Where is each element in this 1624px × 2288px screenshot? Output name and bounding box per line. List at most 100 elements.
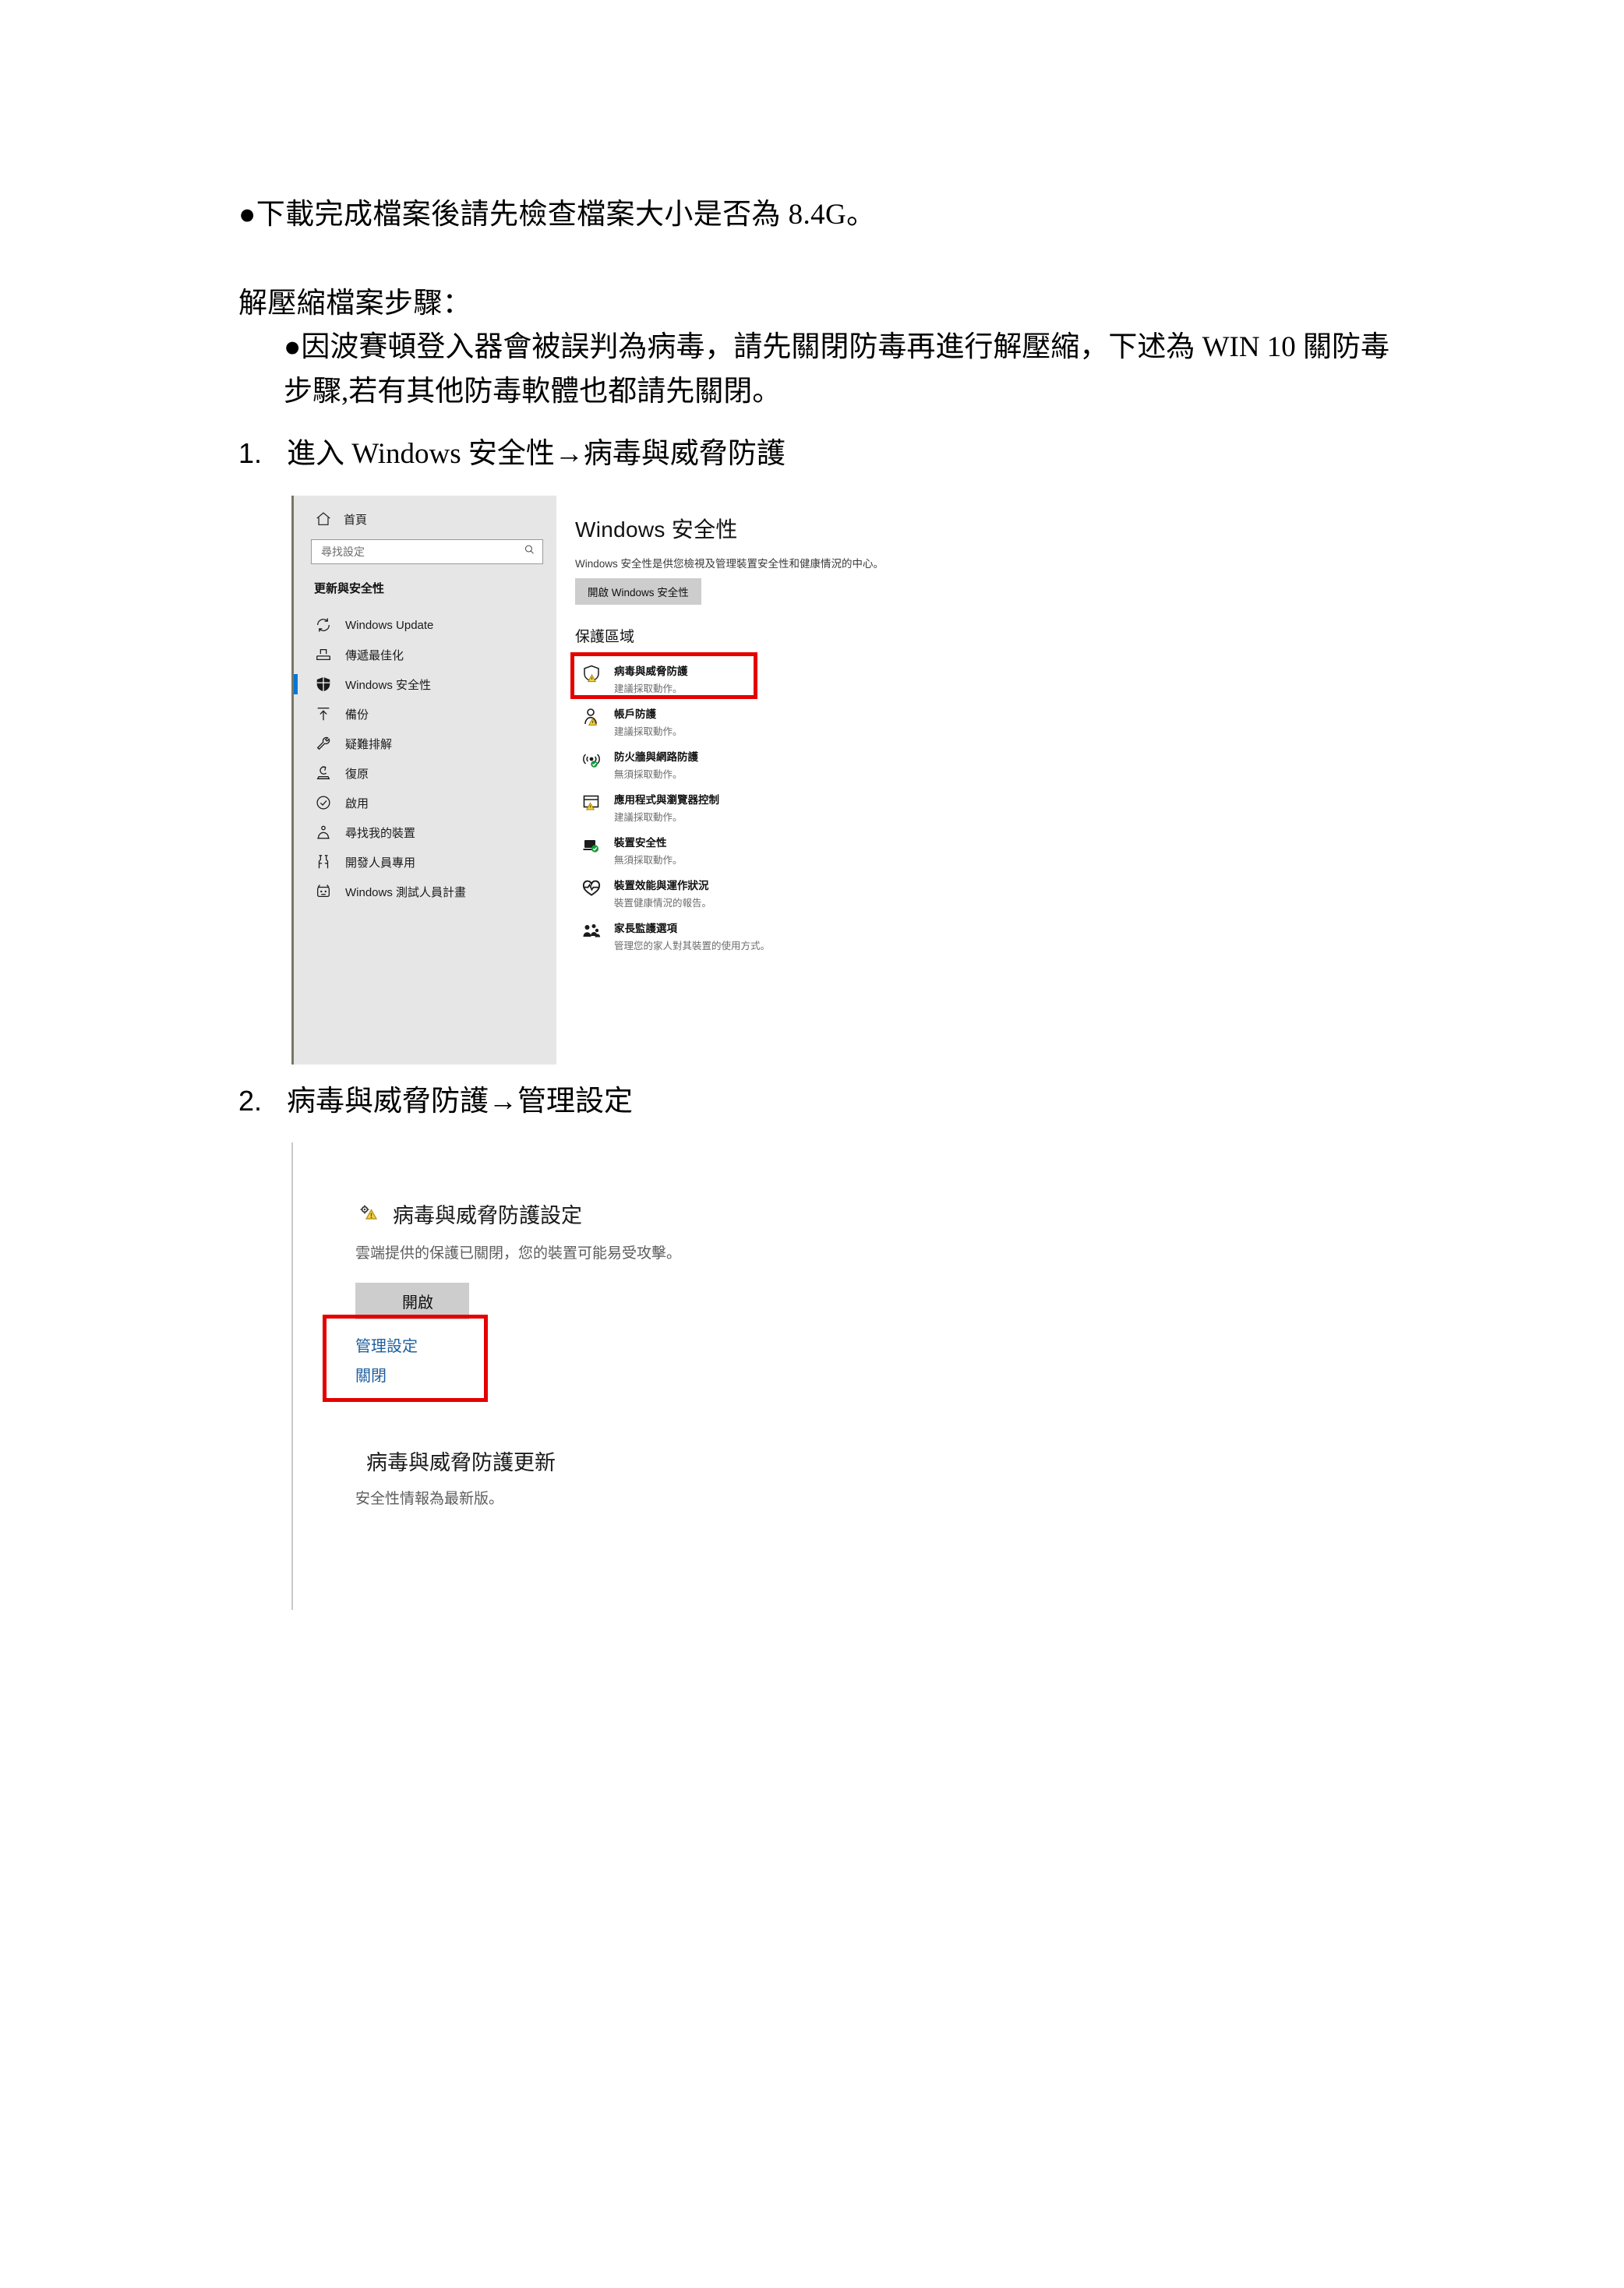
home-icon <box>314 510 333 528</box>
sidebar-label: 開發人員專用 <box>345 856 416 870</box>
sidebar-item-recovery[interactable]: 復原 <box>294 758 559 788</box>
protection-area-name: 家長監護選項 <box>614 923 677 934</box>
protection-area-account[interactable]: 帳戶防護 建議採取動作。 <box>575 700 904 743</box>
protection-area-status: 建議採取動作。 <box>614 726 683 737</box>
settings-gear-warning-icon <box>355 1201 382 1227</box>
find-my-device-icon <box>314 823 333 842</box>
sidebar-label: 復原 <box>345 767 369 781</box>
protection-area-virus-threat[interactable]: 病毒與威脅防護 建議採取動作。 <box>570 652 904 700</box>
virus-settings-description: 雲端提供的保護已關閉，您的裝置可能易受攻擊。 <box>355 1245 682 1262</box>
backup-upload-icon <box>314 704 333 723</box>
protection-area-name: 應用程式與瀏覽器控制 <box>614 794 719 806</box>
device-security-icon <box>580 833 603 858</box>
search-input[interactable] <box>321 546 523 558</box>
settings-sidebar: 首頁 更新與安全性 <box>291 496 559 1065</box>
protection-area-device-performance-health[interactable]: 裝置效能與運作狀況 裝置健康情況的報告。 <box>575 871 904 914</box>
protection-area-text: 裝置效能與運作狀況 裝置健康情況的報告。 <box>614 876 711 909</box>
sidebar-item-windows-security[interactable]: Windows 安全性 <box>294 669 559 699</box>
sidebar-nav-list: Windows Update 傳遞最佳化 Windows 安全性 備份 疑難排解… <box>294 610 559 906</box>
protection-area-status: 建議採取動作。 <box>614 683 683 694</box>
protection-area-family-options[interactable]: 家長監護選項 管理您的家人對其裝置的使用方式。 <box>575 914 904 957</box>
sidebar-label: Windows Update <box>345 618 434 632</box>
paragraph-file-size-check: ●下載完成檔案後請先檢查檔案大小是否為 8.4G。 <box>238 199 876 231</box>
protection-area-text: 帳戶防護 建議採取動作。 <box>614 704 683 738</box>
protection-area-text: 病毒與威脅防護 建議採取動作。 <box>614 662 688 695</box>
sidebar-label: Windows 安全性 <box>345 678 432 692</box>
protection-area-app-browser-control[interactable]: 應用程式與瀏覽器控制 建議採取動作。 <box>575 786 904 828</box>
page-description: Windows 安全性是供您檢視及管理裝置安全性和健康情況的中心。 <box>575 558 884 570</box>
sidebar-home-label: 首頁 <box>344 513 368 527</box>
sidebar-label: 備份 <box>345 708 369 722</box>
protection-areas-list: 病毒與威脅防護 建議採取動作。 帳戶防護 建議採取動作。 防火牆與網路防護 無須… <box>570 652 904 957</box>
dismiss-link[interactable]: 關閉 <box>355 1361 837 1391</box>
step-2-number: 2. <box>238 1085 263 1117</box>
protection-area-status: 裝置健康情況的報告。 <box>614 898 712 909</box>
protection-area-name: 裝置效能與運作狀況 <box>614 880 709 892</box>
document-page: ●下載完成檔案後請先檢查檔案大小是否為 8.4G。 解壓縮檔案步驟： ●因波賽頓… <box>0 0 1624 2288</box>
shield-icon <box>314 675 333 694</box>
protection-areas-heading: 保護區域 <box>575 629 635 645</box>
wrench-icon <box>314 734 333 753</box>
virus-update-heading: 病毒與威脅防護更新 <box>366 1451 556 1474</box>
protection-area-firewall-network[interactable]: 防火牆與網路防護 無須採取動作。 <box>575 743 904 786</box>
protection-area-name: 帳戶防護 <box>614 708 656 720</box>
check-circle-icon <box>314 793 333 812</box>
developer-tools-icon <box>314 853 333 871</box>
step-2-container: 2. 病毒與威脅防護→管理設定 <box>238 1080 1392 1124</box>
protection-area-name: 裝置安全性 <box>614 837 667 849</box>
protection-area-status: 建議採取動作。 <box>614 812 683 823</box>
virus-settings-heading: 病毒與威脅防護設定 <box>393 1204 582 1227</box>
shield-warning-icon <box>580 662 603 687</box>
sidebar-item-troubleshoot[interactable]: 疑難排解 <box>294 729 559 758</box>
virus-settings-links: 管理設定 關閉 <box>323 1315 837 1402</box>
app-browser-icon <box>580 790 603 815</box>
sidebar-section-header: 更新與安全性 <box>314 582 385 595</box>
page-title: Windows 安全性 <box>575 517 738 542</box>
sidebar-item-windows-insider-program[interactable]: Windows 測試人員計畫 <box>294 877 559 906</box>
protection-area-name: 防火牆與網路防護 <box>614 751 698 763</box>
sidebar-item-windows-update[interactable]: Windows Update <box>294 610 559 640</box>
protection-area-text: 裝置安全性 無須採取動作。 <box>614 833 683 867</box>
insider-icon <box>314 882 333 901</box>
protection-area-name: 病毒與威脅防護 <box>614 666 688 677</box>
firewall-network-icon <box>580 747 603 772</box>
heart-pulse-icon <box>580 876 603 901</box>
family-people-icon <box>580 919 603 944</box>
turn-on-button[interactable]: 開啟 <box>355 1283 469 1319</box>
paragraph-antivirus-note: ●因波賽頓登入器會被誤判為病毒，請先關閉防毒再進行解壓縮，下述為 WIN 10 … <box>284 331 1390 408</box>
settings-search-box[interactable] <box>311 539 543 564</box>
sidebar-item-home[interactable]: 首頁 <box>294 496 559 533</box>
screenshot-virus-threat-settings: 病毒與威脅防護設定 雲端提供的保護已關閉，您的裝置可能易受攻擊。 開啟 管理設定… <box>291 1142 837 1610</box>
protection-area-status: 無須採取動作。 <box>614 769 683 780</box>
recovery-icon <box>314 764 333 782</box>
step-1-text: 進入 Windows 安全性→病毒與威脅防護 <box>287 437 786 470</box>
sidebar-label: 啟用 <box>345 796 369 810</box>
virus-settings-heading-row: 病毒與威脅防護設定 <box>355 1199 837 1229</box>
virus-update-heading-row: 病毒與威脅防護更新 <box>355 1446 837 1488</box>
sidebar-label: Windows 測試人員計畫 <box>345 885 467 899</box>
paragraph-unzip-steps-title: 解壓縮檔案步驟： <box>238 288 472 320</box>
sidebar-label: 尋找我的裝置 <box>345 826 416 840</box>
sidebar-item-find-my-device[interactable]: 尋找我的裝置 <box>294 817 559 847</box>
protection-area-status: 無須採取動作。 <box>614 855 683 866</box>
sidebar-item-backup[interactable]: 備份 <box>294 699 559 729</box>
sidebar-item-delivery-optimization[interactable]: 傳遞最佳化 <box>294 640 559 669</box>
sidebar-label: 傳遞最佳化 <box>345 648 404 662</box>
open-windows-security-button[interactable]: 開啟 Windows 安全性 <box>575 578 701 605</box>
screenshot-windows-settings: 首頁 更新與安全性 <box>291 496 904 1065</box>
sidebar-label: 疑難排解 <box>345 737 393 751</box>
step-2-text: 病毒與威脅防護→管理設定 <box>287 1086 633 1118</box>
sync-icon <box>314 616 333 634</box>
account-person-icon <box>580 704 603 729</box>
protection-area-text: 防火牆與網路防護 無須採取動作。 <box>614 747 698 781</box>
manage-settings-link[interactable]: 管理設定 <box>355 1332 837 1361</box>
sidebar-item-for-developers[interactable]: 開發人員專用 <box>294 847 559 877</box>
virus-update-description: 安全性情報為最新版。 <box>355 1491 504 1507</box>
step-1: 1. 進入 Windows 安全性→病毒與威脅防護 <box>238 433 1392 476</box>
protection-area-device-security[interactable]: 裝置安全性 無須採取動作。 <box>575 828 904 871</box>
step-1-number: 1. <box>238 436 263 469</box>
settings-content-pane: Windows 安全性 Windows 安全性是供您檢視及管理裝置安全性和健康情… <box>556 496 904 1065</box>
protection-area-text: 家長監護選項 管理您的家人對其裝置的使用方式。 <box>614 919 770 952</box>
virus-settings-content: 病毒與威脅防護設定 雲端提供的保護已關閉，您的裝置可能易受攻擊。 開啟 管理設定… <box>293 1142 837 1508</box>
sidebar-item-activation[interactable]: 啟用 <box>294 788 559 817</box>
